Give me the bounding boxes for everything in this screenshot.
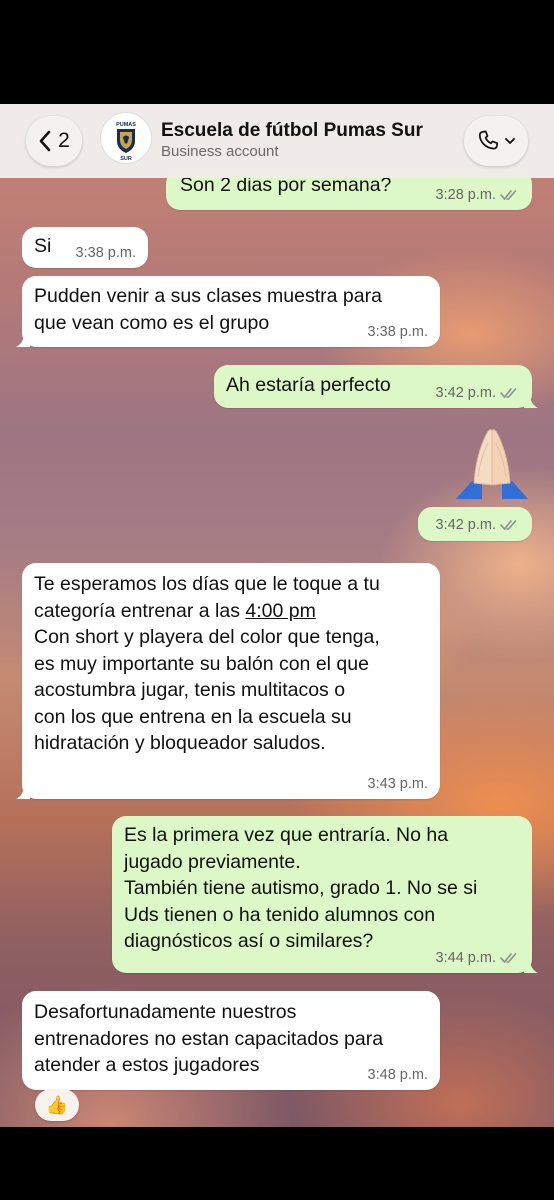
message-meta: 3:38 p.m.	[368, 323, 428, 341]
message-meta: 3:38 p.m.	[76, 244, 136, 262]
bubble-tail	[16, 785, 30, 799]
message-text-part: Con short y playera del color que tenga,…	[34, 626, 380, 754]
contact-subtitle-front: Business account	[161, 143, 279, 160]
bottom-bar-area	[0, 1127, 554, 1200]
message-time: 3:42 p.m.	[435, 517, 496, 533]
club-logo: PUMAS SUR	[102, 114, 150, 162]
message-text: Son 2 dias por semana?	[180, 174, 392, 196]
svg-text:PUMAS: PUMAS	[116, 122, 136, 128]
message-meta: 3:44 p.m.	[436, 949, 520, 967]
message-text-part: Te esperamos los días que le toque a tu …	[34, 573, 380, 622]
message-time: 3:38 p.m.	[75, 245, 136, 261]
message-bubble-outgoing[interactable]: 3:42 p.m.	[418, 507, 532, 541]
double-check-icon	[500, 388, 517, 399]
message-bubble-outgoing[interactable]: Es la primera vez que entraría. No ha ju…	[112, 816, 538, 973]
message-meta: 3:42 p.m.	[436, 384, 520, 402]
double-check-icon	[500, 520, 517, 531]
message-bubble-outgoing[interactable]: Ah estaría perfecto 3:42 p.m.	[214, 365, 538, 408]
message-time: 3:43 p.m.	[367, 776, 428, 792]
double-check-icon	[500, 953, 517, 964]
message-time: 3:42 p.m.	[435, 385, 496, 401]
message-meta: 3:28 p.m.	[436, 186, 520, 204]
chevron-left-icon	[39, 130, 51, 152]
praying-hands-emoji	[456, 429, 528, 499]
message-bubble-incoming[interactable]: Si 3:38 p.m.	[22, 227, 148, 268]
message-meta: 3:48 p.m.	[368, 1066, 428, 1084]
reaction-badge[interactable]: 👍	[35, 1089, 79, 1121]
message-bubble-outgoing[interactable]: Son 2 dias por semana? 3:28 p.m.	[166, 170, 532, 210]
message-text: Pudden venir a sus clases muestra para q…	[34, 285, 382, 334]
message-time: 3:44 p.m.	[435, 950, 496, 966]
back-button-front[interactable]: 2	[26, 116, 82, 166]
message-time: 3:28 p.m.	[435, 187, 496, 203]
bubble-tail	[524, 959, 538, 973]
svg-text:SUR: SUR	[120, 156, 132, 162]
phone-icon	[478, 130, 499, 150]
avatar-front[interactable]: PUMAS SUR	[100, 112, 152, 164]
message-bubble-incoming[interactable]: Desafortunadamente nuestros entrenadores…	[22, 991, 440, 1090]
chevron-down-icon	[505, 138, 515, 144]
double-check-icon	[500, 190, 517, 201]
thumbs-up-icon: 👍	[45, 1094, 69, 1115]
message-text: Desafortunadamente nuestros entrenadores…	[34, 1001, 384, 1076]
message-text: Te esperamos los días que le toque a tu …	[34, 571, 380, 757]
call-button-front[interactable]	[464, 116, 528, 166]
unread-count: 2	[58, 129, 70, 152]
message-bubble-incoming[interactable]: Te esperamos los días que le toque a tu …	[16, 563, 440, 799]
bubble-tail	[16, 333, 30, 347]
contact-name-front[interactable]: Escuela de fútbol Pumas Sur	[161, 120, 423, 142]
message-time: 3:48 p.m.	[367, 1067, 428, 1083]
bubble-tail	[524, 394, 538, 408]
message-meta: 3:43 p.m.	[368, 775, 428, 793]
message-bubble-incoming[interactable]: Pudden venir a sus clases muestra para q…	[16, 276, 440, 347]
time-link[interactable]: 4:00 pm	[245, 600, 315, 622]
message-meta: 3:42 p.m.	[436, 516, 520, 534]
message-text: Ah estaría perfecto	[226, 374, 391, 396]
status-bar-area	[0, 0, 554, 104]
message-time: 3:38 p.m.	[367, 324, 428, 340]
message-text: Es la primera vez que entraría. No ha ju…	[124, 824, 478, 952]
message-text: Si	[34, 235, 52, 257]
